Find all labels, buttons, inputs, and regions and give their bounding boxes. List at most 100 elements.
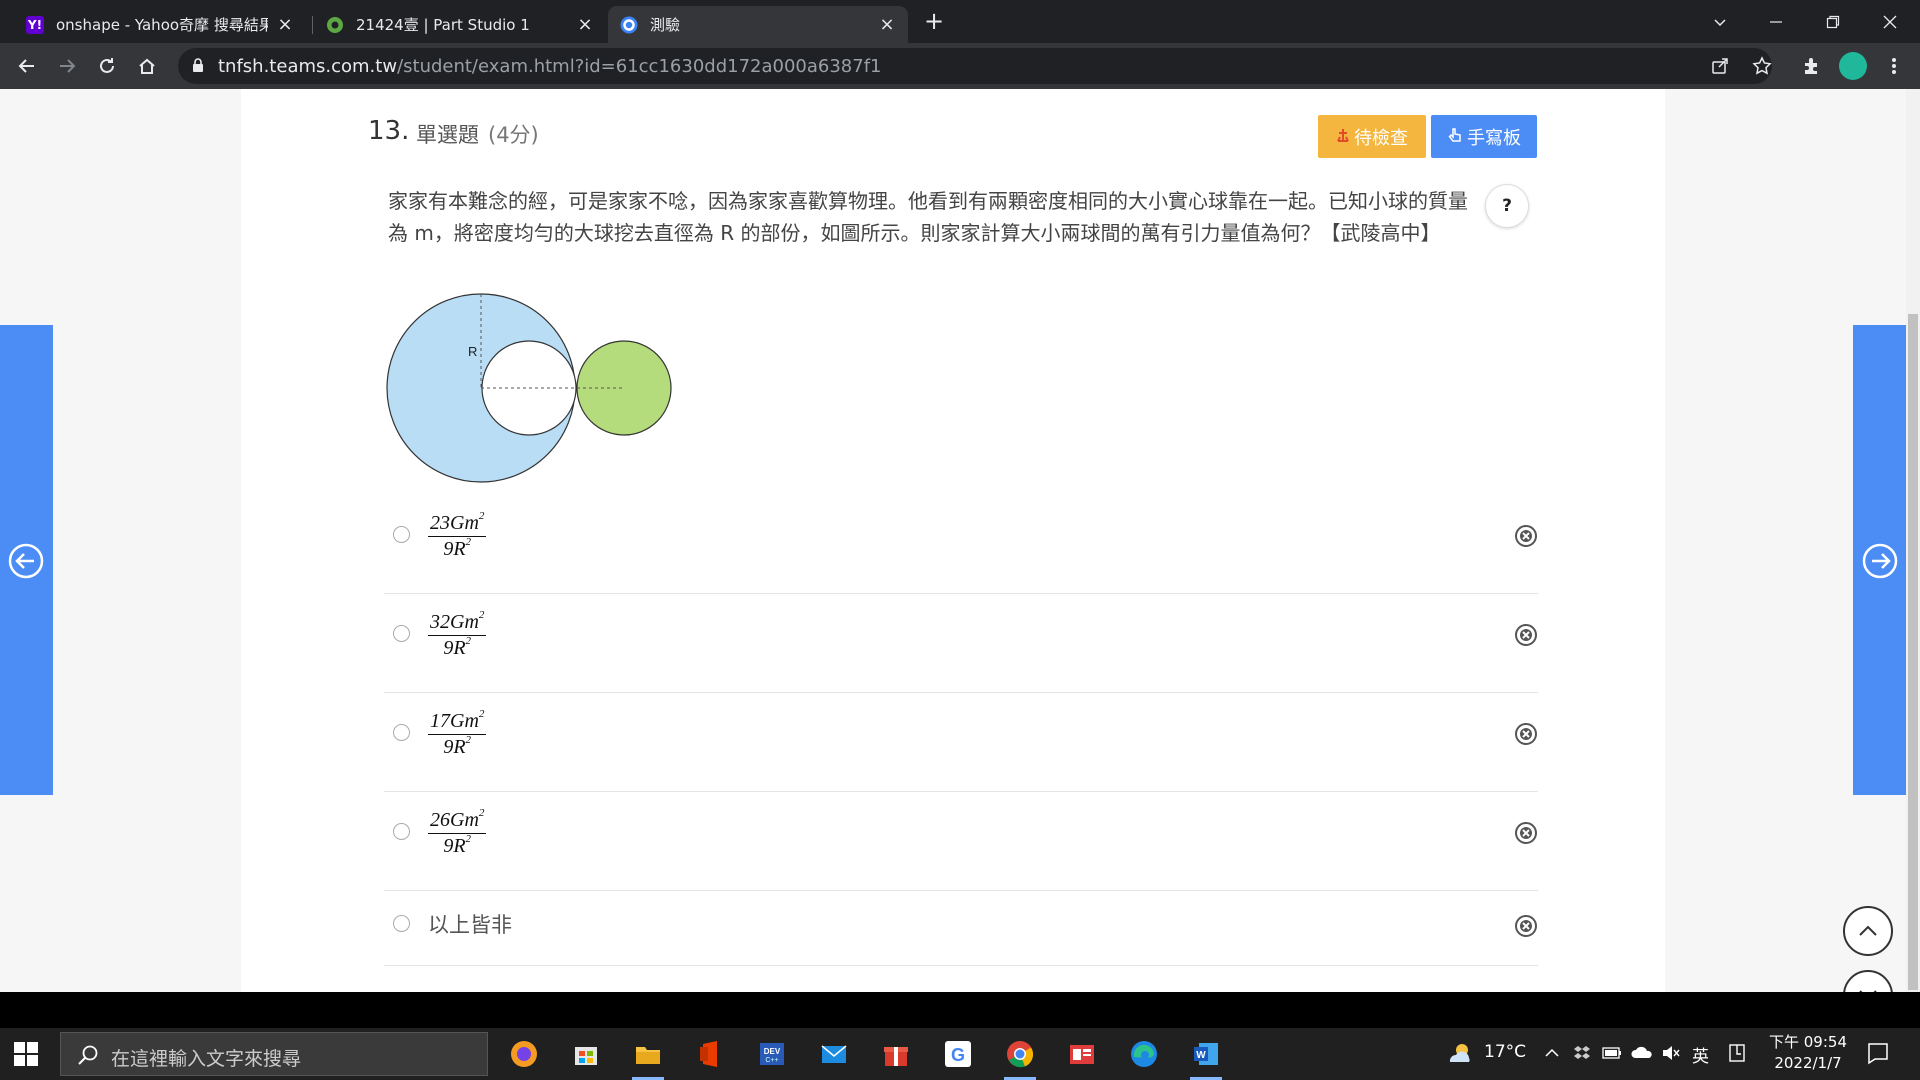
lock-icon[interactable] bbox=[191, 57, 205, 77]
google-icon[interactable]: G bbox=[938, 1034, 978, 1074]
close-icon[interactable]: × bbox=[276, 15, 294, 34]
tab-title: 測驗 bbox=[650, 16, 681, 34]
clock-date: 2022/1/7 bbox=[1774, 1054, 1842, 1072]
office-icon[interactable] bbox=[690, 1034, 730, 1074]
file-explorer-icon[interactable] bbox=[628, 1034, 668, 1080]
clock-time: 下午 09:54 bbox=[1769, 1033, 1847, 1051]
minimize-button[interactable] bbox=[1748, 0, 1804, 43]
windows-taskbar: 在這裡輸入文字來搜尋 DEV C++ G W 17°C 英 下午 09:54 20… bbox=[0, 1028, 1920, 1080]
option-formula: 26Gm2 9R2 bbox=[428, 807, 487, 857]
tray-chevron-up-icon[interactable] bbox=[1544, 1046, 1560, 1060]
search-placeholder: 在這裡輸入文字來搜尋 bbox=[111, 1048, 302, 1070]
firefox-icon[interactable] bbox=[504, 1034, 544, 1074]
question-figure: R bbox=[386, 293, 672, 483]
yahoo-icon: Y! bbox=[26, 15, 44, 34]
home-button[interactable] bbox=[132, 51, 162, 81]
svg-text:C++: C++ bbox=[765, 1057, 778, 1064]
tab-onshape[interactable]: 21424壹 | Part Studio 1 × bbox=[314, 6, 606, 43]
radio-button[interactable] bbox=[393, 915, 410, 932]
question-type: 單選題 bbox=[416, 123, 479, 147]
formula-numerator: 26Gm bbox=[430, 809, 479, 831]
arrow-left-icon[interactable] bbox=[8, 543, 44, 579]
question-score: (4分) bbox=[488, 123, 539, 147]
scroll-up-button[interactable] bbox=[1843, 906, 1893, 956]
prev-question-panel[interactable] bbox=[0, 325, 53, 795]
eliminate-option-icon[interactable] bbox=[1513, 820, 1539, 846]
forward-button[interactable] bbox=[52, 51, 82, 81]
star-icon[interactable] bbox=[1750, 54, 1774, 78]
store-icon[interactable] bbox=[566, 1034, 606, 1074]
eliminate-option-icon[interactable] bbox=[1513, 622, 1539, 648]
edge-icon[interactable] bbox=[1124, 1034, 1164, 1074]
option-formula: 17Gm2 9R2 bbox=[428, 708, 487, 758]
news-icon[interactable] bbox=[1062, 1034, 1102, 1074]
formula-numerator: 23Gm bbox=[430, 512, 479, 534]
hand-pointer-icon bbox=[1447, 127, 1463, 147]
tab-separator bbox=[312, 16, 313, 34]
svg-text:DEV: DEV bbox=[764, 1047, 781, 1056]
option-text: 以上皆非 bbox=[428, 913, 512, 937]
tab-exam[interactable]: 測驗 × bbox=[608, 6, 908, 43]
restore-button[interactable] bbox=[1805, 0, 1861, 43]
taskbar-clock[interactable]: 下午 09:54 2022/1/7 bbox=[1765, 1032, 1851, 1074]
formula-numerator: 17Gm bbox=[430, 710, 479, 732]
extensions-icon[interactable] bbox=[1797, 51, 1827, 81]
close-window-button[interactable] bbox=[1862, 0, 1918, 43]
radio-button[interactable] bbox=[393, 526, 410, 543]
teams-icon bbox=[620, 16, 638, 34]
tab-yahoo[interactable]: Y! onshape - Yahoo奇摩 搜尋結果 × bbox=[14, 6, 306, 43]
screen-bottom-band bbox=[0, 992, 1920, 1028]
formula-denominator: 9R bbox=[443, 538, 466, 560]
option-b[interactable]: 32Gm2 9R2 bbox=[384, 595, 1538, 693]
ime-mode-icon[interactable] bbox=[1728, 1043, 1746, 1063]
radio-button[interactable] bbox=[393, 724, 410, 741]
option-a[interactable]: 23Gm2 9R2 bbox=[384, 496, 1538, 594]
battery-icon[interactable] bbox=[1602, 1046, 1622, 1060]
share-icon[interactable] bbox=[1708, 54, 1732, 78]
weather-icon[interactable] bbox=[1444, 1042, 1474, 1066]
scrollbar-thumb[interactable] bbox=[1908, 314, 1918, 990]
chevron-up-icon bbox=[1859, 925, 1877, 936]
tab-search-icon[interactable] bbox=[1692, 0, 1748, 43]
option-c[interactable]: 17Gm2 9R2 bbox=[384, 694, 1538, 792]
temperature-text[interactable]: 17°C bbox=[1484, 1042, 1526, 1062]
arrow-right-icon[interactable] bbox=[1862, 543, 1898, 579]
question-number: 13. bbox=[368, 116, 410, 146]
reload-button[interactable] bbox=[92, 51, 122, 81]
word-icon[interactable]: W bbox=[1186, 1034, 1226, 1080]
formula-denominator: 9R bbox=[443, 637, 466, 659]
close-icon[interactable]: × bbox=[878, 15, 896, 34]
mark-review-button[interactable]: 待檢查 bbox=[1318, 115, 1426, 158]
search-icon bbox=[78, 1045, 98, 1065]
dropbox-icon[interactable] bbox=[1573, 1044, 1591, 1062]
onedrive-icon[interactable] bbox=[1631, 1044, 1653, 1060]
avatar[interactable] bbox=[1839, 52, 1867, 80]
back-button[interactable] bbox=[12, 51, 42, 81]
address-bar[interactable]: tnfsh.teams.com.tw/student/exam.html?id=… bbox=[178, 48, 1772, 84]
radio-button[interactable] bbox=[393, 823, 410, 840]
menu-icon[interactable] bbox=[1879, 51, 1909, 81]
radio-button[interactable] bbox=[393, 625, 410, 642]
help-button[interactable]: ? bbox=[1485, 184, 1529, 228]
eliminate-option-icon[interactable] bbox=[1513, 721, 1539, 747]
eliminate-option-icon[interactable] bbox=[1513, 913, 1539, 939]
taskbar-search-box[interactable]: 在這裡輸入文字來搜尋 bbox=[60, 1032, 488, 1076]
volume-muted-icon[interactable] bbox=[1661, 1044, 1681, 1062]
page-scrollbar[interactable] bbox=[1906, 89, 1920, 992]
handwriting-pad-button[interactable]: 手寫板 bbox=[1431, 115, 1537, 158]
scroll-down-button[interactable] bbox=[1843, 970, 1893, 992]
next-question-panel[interactable] bbox=[1853, 325, 1906, 795]
option-e[interactable]: 以上皆非 bbox=[384, 892, 1538, 966]
notification-center-icon[interactable] bbox=[1866, 1041, 1890, 1065]
chrome-icon[interactable] bbox=[1000, 1034, 1040, 1080]
devcpp-icon[interactable]: DEV C++ bbox=[752, 1034, 792, 1074]
eliminate-option-icon[interactable] bbox=[1513, 523, 1539, 549]
option-d[interactable]: 26Gm2 9R2 bbox=[384, 793, 1538, 891]
close-icon[interactable]: × bbox=[576, 15, 594, 34]
input-method-indicator[interactable]: 英 bbox=[1692, 1042, 1709, 1067]
new-tab-button[interactable]: + bbox=[920, 8, 948, 36]
gift-icon[interactable] bbox=[876, 1034, 916, 1074]
mail-icon[interactable] bbox=[814, 1034, 854, 1074]
svg-text:W: W bbox=[1196, 1050, 1206, 1061]
windows-start-icon[interactable] bbox=[12, 1040, 40, 1068]
